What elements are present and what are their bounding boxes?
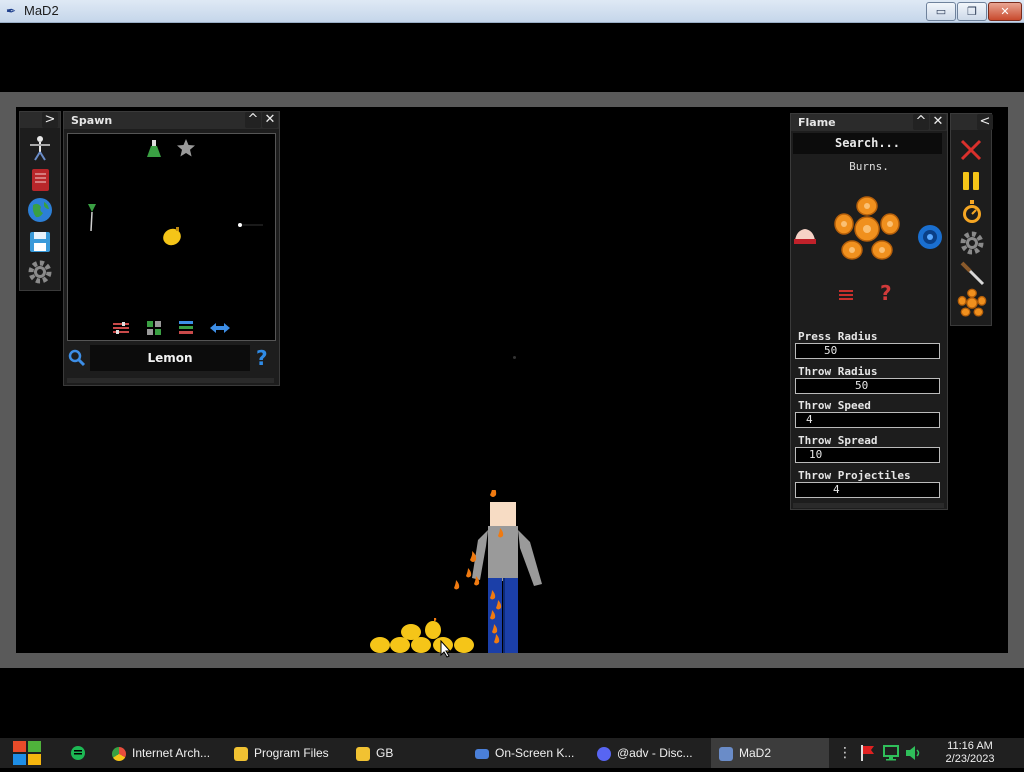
throw-projectiles-input[interactable]: 4: [795, 482, 940, 498]
taskbar-item-label: On-Screen K...: [495, 746, 575, 760]
taskbar-item-label: MaD2: [739, 746, 772, 760]
left-toolbar: >: [19, 111, 61, 291]
lemon-pile[interactable]: [368, 617, 478, 658]
window-title: MaD2: [24, 3, 59, 18]
taskbar-item-label: @adv - Disc...: [617, 746, 693, 760]
grid-view-icon[interactable]: [145, 320, 163, 335]
network-icon[interactable]: [882, 745, 900, 765]
close-button[interactable]: ✕: [988, 2, 1022, 21]
lemon-item-icon[interactable]: [161, 225, 183, 251]
maximize-button[interactable]: ❐: [957, 2, 987, 21]
search-magnifier-icon[interactable]: [68, 349, 86, 371]
particle: [513, 356, 516, 359]
ragdoll-tool-icon[interactable]: [26, 134, 54, 162]
taskbar-item-discord[interactable]: @adv - Disc...: [589, 738, 711, 768]
flask-icon[interactable]: [146, 140, 162, 162]
flame-tool-icon-small[interactable]: [957, 288, 987, 322]
selected-spawn-item[interactable]: Lemon: [90, 345, 250, 371]
dart-item-icon[interactable]: [86, 204, 98, 236]
list-view-icon[interactable]: [177, 320, 195, 334]
knife-tool-icon[interactable]: [959, 260, 985, 290]
taskbar-item-mad2[interactable]: MaD2: [711, 738, 829, 768]
tray-overflow-icon[interactable]: ⋮: [838, 745, 852, 761]
throw-speed-label: Throw Speed: [798, 399, 871, 412]
chrome-icon: [112, 746, 126, 761]
delete-x-icon[interactable]: [959, 138, 983, 166]
folder-icon: [356, 746, 370, 761]
throw-radius-label: Throw Radius: [798, 365, 878, 378]
volume-icon[interactable]: [905, 745, 923, 765]
taskbar-item-gb[interactable]: GB: [348, 738, 466, 768]
throw-spread-label: Throw Spread: [798, 434, 878, 447]
throw-radius-input[interactable]: 50: [795, 378, 940, 394]
folder-icon: [234, 746, 248, 761]
spawn-item-grid[interactable]: [67, 133, 276, 341]
right-toolbar: <: [950, 113, 993, 326]
taskbar-item-internet-archive[interactable]: Internet Arch...: [104, 738, 226, 768]
flame-panel-footer: [793, 503, 944, 508]
collapse-toolbar-button[interactable]: <: [977, 114, 993, 130]
expand-toolbar-button[interactable]: >: [42, 112, 58, 128]
flame-panel-title: Flame: [798, 116, 836, 129]
throw-projectiles-label: Throw Projectiles: [798, 469, 911, 482]
spawn-panel-title: Spawn: [71, 114, 113, 127]
throw-spread-input[interactable]: 10: [795, 447, 940, 463]
taskbar-item-onscreen-keyboard[interactable]: On-Screen K...: [467, 738, 589, 768]
minimize-button[interactable]: ▭: [926, 2, 956, 21]
taskbar-item-label: Internet Arch...: [132, 746, 211, 760]
tool-search-input[interactable]: Search...: [793, 133, 942, 154]
filter-sliders-icon[interactable]: [112, 320, 130, 334]
previous-tool-icon[interactable]: [793, 226, 817, 250]
clock-date: 2/23/2023: [945, 753, 995, 765]
save-icon[interactable]: [26, 228, 54, 256]
press-radius-input[interactable]: 50: [795, 343, 940, 359]
clock-time: 11:16 AM: [947, 740, 993, 752]
app-icon: ✒: [5, 4, 17, 18]
taskbar-item-label: GB: [376, 746, 394, 760]
globe-icon[interactable]: [26, 196, 54, 224]
star-favorites-icon[interactable]: [176, 138, 196, 162]
pause-icon[interactable]: [961, 170, 981, 196]
mouse-cursor: [440, 639, 452, 662]
press-radius-label: Press Radius: [798, 330, 878, 343]
spawn-collapse-button[interactable]: ^: [245, 112, 261, 128]
flame-tool-icon: [832, 194, 902, 268]
flame-close-button[interactable]: ✕: [930, 114, 946, 130]
keyboard-icon: [475, 748, 489, 759]
taskbar-item-program-files[interactable]: Program Files: [226, 738, 348, 768]
tool-description: Burns.: [849, 160, 889, 173]
spawn-help-icon[interactable]: ?: [256, 347, 268, 369]
app-shortcut-icon[interactable]: [70, 745, 86, 765]
swap-arrows-icon[interactable]: [209, 320, 230, 333]
book-icon[interactable]: [26, 166, 54, 194]
discord-icon: [597, 746, 611, 761]
taskbar-item-label: Program Files: [254, 746, 329, 760]
settings-gear-icon[interactable]: [26, 258, 54, 286]
next-tool-icon[interactable]: [917, 224, 943, 254]
tool-help-icon[interactable]: ?: [880, 281, 892, 305]
window-titlebar: [0, 0, 1024, 23]
flame-collapse-button[interactable]: ^: [913, 114, 929, 130]
spawn-close-button[interactable]: ✕: [262, 112, 278, 128]
flag-notification-icon[interactable]: [858, 744, 876, 766]
settings-gear-icon[interactable]: [959, 230, 985, 260]
mad2-icon: [719, 746, 733, 761]
throw-speed-input[interactable]: 4: [795, 412, 940, 428]
stopwatch-icon[interactable]: [960, 200, 984, 228]
spawn-panel-footer: [67, 378, 274, 383]
system-clock[interactable]: 11:16 AM 2/23/2023: [930, 740, 1010, 766]
tool-options-icon[interactable]: [838, 287, 854, 306]
bullet-item-icon[interactable]: [238, 213, 264, 232]
start-button[interactable]: [11, 738, 43, 768]
